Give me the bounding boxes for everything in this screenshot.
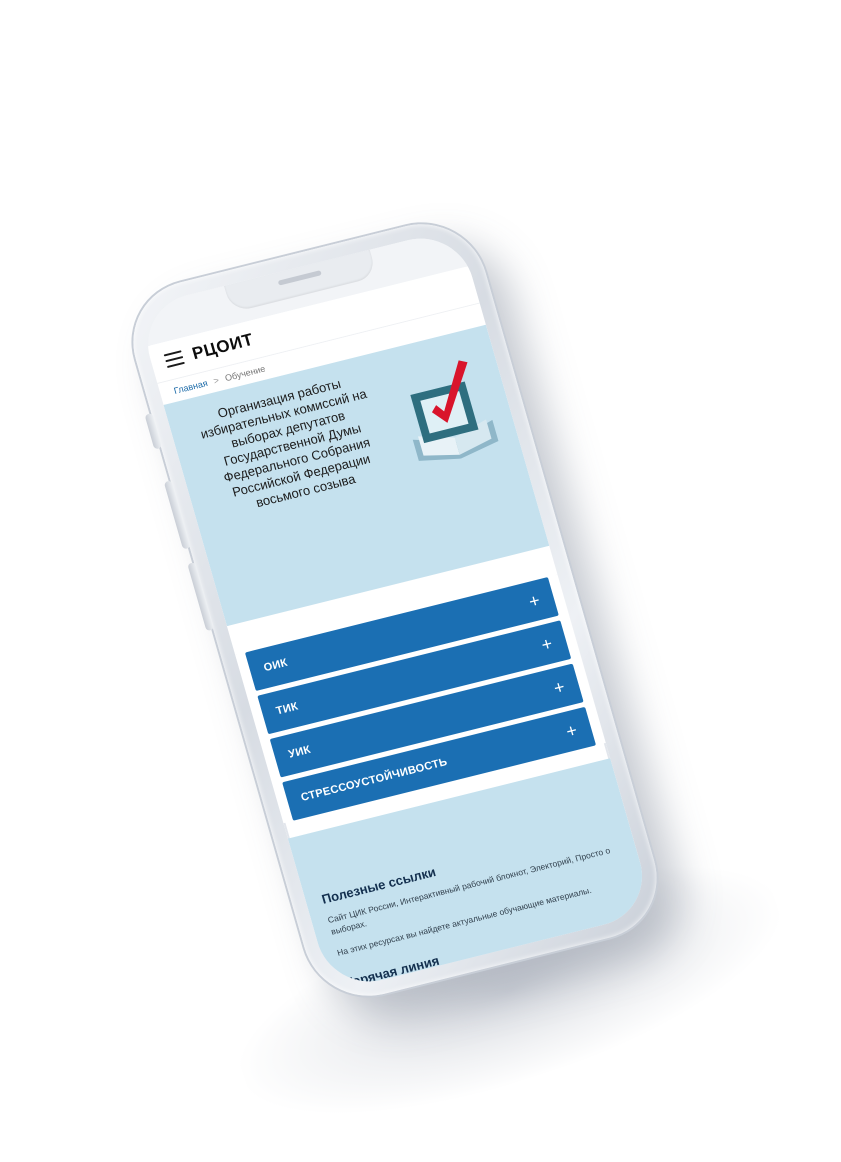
accordion-label: УИК	[287, 743, 313, 761]
hamburger-menu-icon[interactable]	[163, 350, 185, 369]
page-title: Организация работы избирательных комисси…	[198, 375, 372, 511]
plus-icon: +	[526, 589, 543, 612]
plus-icon: +	[563, 719, 580, 742]
breadcrumb-home-link[interactable]: Главная	[173, 378, 209, 396]
checkbox-book-icon	[410, 360, 499, 461]
speaker-grille	[277, 270, 322, 286]
logo-text: РЦОИТ	[189, 329, 256, 364]
accordion-label: ТИК	[274, 700, 300, 718]
accordion-label: ОИК	[262, 656, 290, 675]
plus-icon: +	[538, 632, 555, 655]
plus-icon: +	[551, 676, 568, 698]
phone-mockup: РЦОИТ Главная > Обучение Организация раб…	[118, 210, 672, 1010]
site-logo[interactable]: РЦОИТ	[190, 330, 256, 364]
breadcrumb-separator: >	[212, 375, 221, 387]
